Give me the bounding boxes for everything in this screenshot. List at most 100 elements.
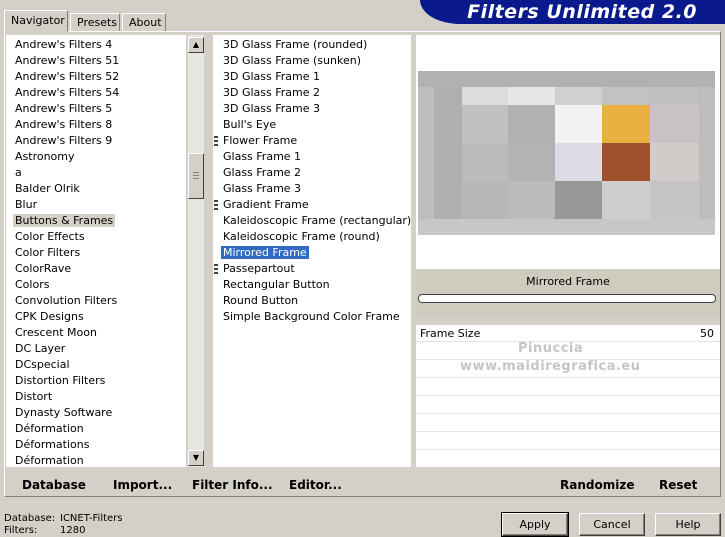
tab-about[interactable]: About: [122, 13, 166, 32]
filter-item[interactable]: Glass Frame 3: [213, 181, 301, 197]
tab-presets[interactable]: Presets: [70, 13, 120, 32]
filter-label: Rectangular Button: [223, 278, 330, 291]
category-item[interactable]: Convolution Filters: [6, 293, 117, 309]
filter-item[interactable]: Round Button: [213, 293, 298, 309]
category-label: Déformations: [15, 438, 90, 451]
category-label: Andrew's Filters 54: [15, 86, 120, 99]
filter-item[interactable]: 3D Glass Frame (rounded): [213, 37, 367, 53]
filter-item[interactable]: Gradient Frame: [213, 197, 309, 213]
category-item[interactable]: ColorRave: [6, 261, 71, 277]
preview-image: [418, 71, 715, 235]
filter-item[interactable]: Kaleidoscopic Frame (rectangular): [213, 213, 411, 229]
category-item[interactable]: Colors: [6, 277, 49, 293]
watermark-line-2: www.maidiregrafica.eu: [460, 359, 641, 374]
category-label: Andrew's Filters 9: [15, 134, 113, 147]
category-item[interactable]: Andrew's Filters 52: [6, 69, 119, 85]
category-item[interactable]: Andrew's Filters 51: [6, 53, 119, 69]
category-item[interactable]: Andrew's Filters 9: [6, 133, 112, 149]
filter-info-button[interactable]: Filter Info...: [192, 478, 273, 492]
category-item[interactable]: Andrew's Filters 4: [6, 37, 112, 53]
filter-item[interactable]: 3D Glass Frame 3: [213, 101, 320, 117]
filter-item[interactable]: Glass Frame 1: [213, 149, 301, 165]
category-item[interactable]: Astronomy: [6, 149, 75, 165]
filter-item[interactable]: Rectangular Button: [213, 277, 330, 293]
category-label: CPK Designs: [15, 310, 84, 323]
filter-label: 3D Glass Frame (sunken): [223, 54, 361, 67]
filter-item[interactable]: 3D Glass Frame (sunken): [213, 53, 361, 69]
category-item[interactable]: Distortion Filters: [6, 373, 105, 389]
filter-label: Glass Frame 3: [223, 182, 302, 195]
filter-label: Round Button: [223, 294, 299, 307]
category-item[interactable]: DC Layer: [6, 341, 65, 357]
filter-label: Flower Frame: [223, 134, 298, 147]
filter-item[interactable]: Bull's Eye: [213, 117, 276, 133]
filter-label: 3D Glass Frame 1: [223, 70, 321, 83]
tab-navigator[interactable]: Navigator: [4, 10, 68, 32]
category-label: Déformation: [15, 422, 84, 435]
category-label: DC Layer: [15, 342, 66, 355]
category-label: Colors: [15, 278, 50, 291]
filter-label: Gradient Frame: [223, 198, 309, 211]
category-item[interactable]: Distort: [6, 389, 52, 405]
filter-label: Kaleidoscopic Frame (round): [223, 230, 380, 243]
category-item[interactable]: Crescent Moon: [6, 325, 97, 341]
apply-button[interactable]: Apply: [501, 512, 569, 537]
category-item[interactable]: a: [6, 165, 22, 181]
cancel-button[interactable]: Cancel: [579, 513, 645, 536]
category-item[interactable]: CPK Designs: [6, 309, 84, 325]
param-row-frame-size[interactable]: Frame Size 50: [416, 325, 720, 342]
filter-item[interactable]: Passepartout: [213, 261, 295, 277]
scroll-down-button[interactable]: ▼: [188, 450, 204, 466]
category-label: Blur: [15, 198, 38, 211]
category-item[interactable]: Dynasty Software: [6, 405, 112, 421]
reset-button[interactable]: Reset: [659, 478, 697, 492]
status-filters-label: Filters:: [4, 525, 38, 536]
category-item[interactable]: Andrew's Filters 5: [6, 101, 112, 117]
category-item[interactable]: Balder Olrik: [6, 181, 80, 197]
filter-item[interactable]: Glass Frame 2: [213, 165, 301, 181]
category-item[interactable]: Color Effects: [6, 229, 85, 245]
randomize-button[interactable]: Randomize: [560, 478, 634, 492]
scroll-up-button[interactable]: ▲: [188, 37, 204, 53]
database-button[interactable]: Database: [22, 478, 86, 492]
category-item[interactable]: Blur: [6, 197, 37, 213]
right-toolbar: Randomize Reset: [416, 469, 720, 496]
param-row-empty: [416, 415, 720, 432]
filter-label: Kaleidoscopic Frame (rectangular): [223, 214, 412, 227]
category-scrollbar[interactable]: ▲ ▼: [188, 35, 204, 467]
import-button[interactable]: Import...: [113, 478, 172, 492]
filter-item[interactable]: 3D Glass Frame 1: [213, 69, 320, 85]
filter-item[interactable]: Simple Background Color Frame: [213, 309, 400, 325]
filter-list[interactable]: 3D Glass Frame (rounded) 3D Glass Frame (…: [213, 35, 411, 467]
category-item[interactable]: Buttons & Frames: [6, 213, 116, 229]
category-label: Distortion Filters: [15, 374, 106, 387]
filter-item[interactable]: Kaleidoscopic Frame (round): [213, 229, 380, 245]
category-item[interactable]: Déformation: [6, 453, 84, 469]
scroll-thumb[interactable]: [188, 153, 204, 199]
filter-label: Glass Frame 2: [223, 166, 302, 179]
category-list[interactable]: Andrew's Filters 4 Andrew's Filters 51 And…: [6, 35, 186, 467]
help-button[interactable]: Help: [655, 513, 721, 536]
filter-item[interactable]: Mirrored Frame: [213, 245, 310, 261]
watermark-line-1: Pinuccia: [518, 341, 584, 356]
filter-item[interactable]: 3D Glass Frame 2: [213, 85, 320, 101]
category-label: Andrew's Filters 51: [15, 54, 120, 67]
category-item[interactable]: Color Filters: [6, 245, 80, 261]
left-toolbar: Database Import... Filter Info... Editor…: [6, 469, 411, 496]
category-item[interactable]: Déformation: [6, 421, 84, 437]
category-item[interactable]: Déformations: [6, 437, 89, 453]
filter-item[interactable]: Flower Frame: [213, 133, 297, 149]
filter-label: Simple Background Color Frame: [223, 310, 400, 323]
progress-bar: [418, 294, 716, 303]
category-item[interactable]: Andrew's Filters 8: [6, 117, 112, 133]
editor-button[interactable]: Editor...: [289, 478, 342, 492]
category-item[interactable]: DCspecial: [6, 357, 70, 373]
category-label: Andrew's Filters 5: [15, 102, 113, 115]
filter-label: 3D Glass Frame 3: [223, 102, 321, 115]
category-item[interactable]: Andrew's Filters 54: [6, 85, 119, 101]
grip-icon: [214, 136, 218, 146]
filter-label: Glass Frame 1: [223, 150, 302, 163]
filter-label: Mirrored Frame: [220, 245, 310, 260]
filter-label: 3D Glass Frame 2: [223, 86, 321, 99]
title-banner: Filters Unlimited 2.0: [420, 0, 725, 24]
